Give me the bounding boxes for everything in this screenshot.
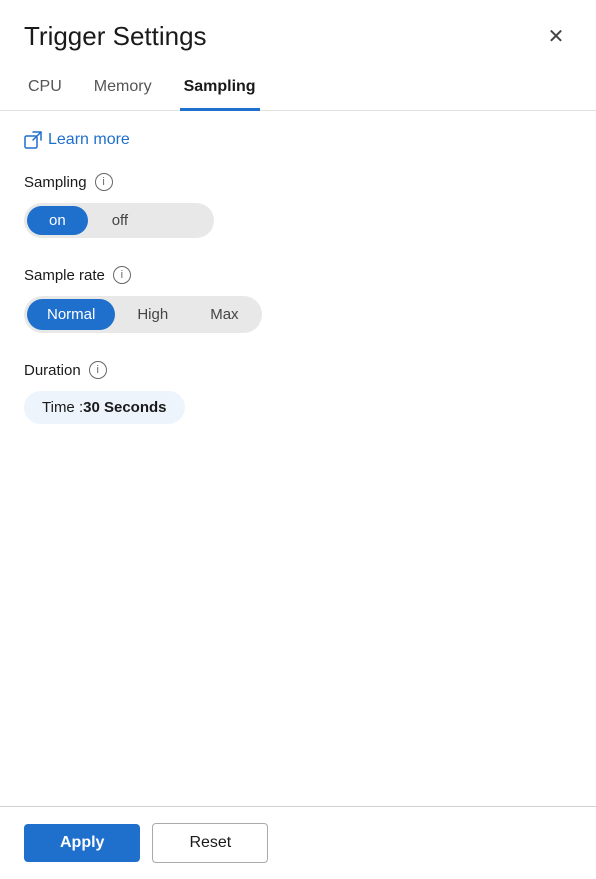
external-link-icon (24, 131, 42, 149)
duration-section: Duration i Time : 30 Seconds (24, 361, 572, 424)
duration-chip-prefix: Time : (42, 399, 83, 416)
duration-chip[interactable]: Time : 30 Seconds (24, 391, 185, 424)
sampling-section: Sampling i on off (24, 173, 572, 238)
learn-more-label: Learn more (48, 131, 130, 149)
sample-rate-label-row: Sample rate i (24, 266, 572, 284)
dialog-header: Trigger Settings ✕ (0, 0, 596, 62)
dialog-body: Learn more Sampling i on off Sample rate… (0, 111, 596, 806)
duration-chip-value: 30 Seconds (83, 399, 166, 416)
sample-rate-label: Sample rate (24, 267, 105, 284)
sampling-toggle: on off (24, 203, 214, 238)
tab-sampling[interactable]: Sampling (180, 70, 260, 111)
dialog-footer: Apply Reset (0, 806, 596, 879)
sample-rate-selector: Normal High Max (24, 296, 262, 333)
duration-label: Duration (24, 362, 81, 379)
sample-rate-section: Sample rate i Normal High Max (24, 266, 572, 333)
tab-bar: CPU Memory Sampling (0, 70, 596, 111)
toggle-on-button[interactable]: on (27, 206, 88, 235)
toggle-off-button[interactable]: off (90, 206, 150, 235)
tab-memory[interactable]: Memory (90, 70, 156, 111)
learn-more-link[interactable]: Learn more (24, 131, 130, 149)
rate-normal-button[interactable]: Normal (27, 299, 115, 330)
sampling-label-row: Sampling i (24, 173, 572, 191)
reset-button[interactable]: Reset (152, 823, 268, 863)
close-button[interactable]: ✕ (540, 20, 572, 52)
sampling-info-icon[interactable]: i (95, 173, 113, 191)
apply-button[interactable]: Apply (24, 824, 140, 862)
tab-cpu[interactable]: CPU (24, 70, 66, 111)
trigger-settings-dialog: Trigger Settings ✕ CPU Memory Sampling L… (0, 0, 596, 879)
duration-label-row: Duration i (24, 361, 572, 379)
rate-high-button[interactable]: High (117, 299, 188, 330)
rate-max-button[interactable]: Max (190, 299, 258, 330)
duration-info-icon[interactable]: i (89, 361, 107, 379)
sample-rate-info-icon[interactable]: i (113, 266, 131, 284)
dialog-title: Trigger Settings (24, 21, 207, 52)
sampling-label: Sampling (24, 174, 87, 191)
